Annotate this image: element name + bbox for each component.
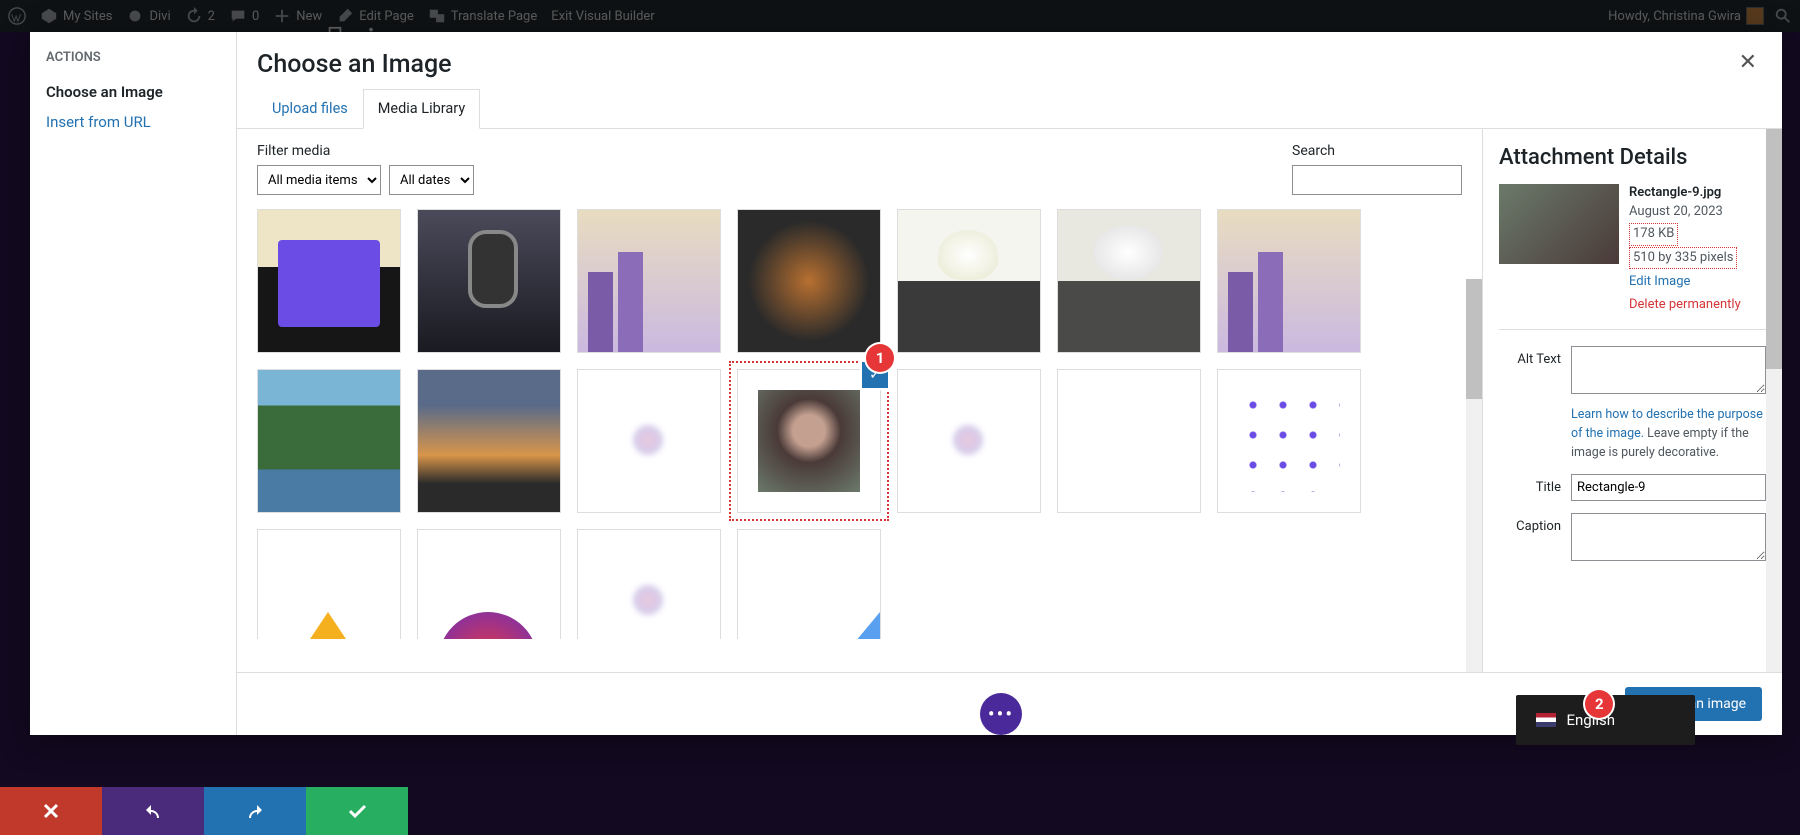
modal-title: Choose an Image — [237, 32, 1782, 89]
filter-media-label: Filter media — [257, 143, 474, 159]
attachment-details-title: Attachment Details — [1499, 145, 1766, 170]
undo-button[interactable] — [102, 787, 204, 835]
sidebar-item-choose-image[interactable]: Choose an Image — [46, 77, 220, 107]
attachment-filename: Rectangle-9.jpg — [1629, 184, 1741, 203]
media-item[interactable] — [257, 529, 401, 639]
details-scrollbar[interactable] — [1766, 129, 1782, 672]
modal-sidebar: Actions Choose an Image Insert from URL — [30, 32, 237, 735]
media-tabs: Upload files Media Library — [237, 89, 1782, 129]
media-library-area: Filter media All media items All dates S… — [237, 129, 1482, 672]
filter-type-select[interactable]: All media items — [257, 165, 381, 195]
media-modal: Actions Choose an Image Insert from URL … — [30, 32, 1782, 735]
media-item[interactable] — [577, 209, 721, 353]
attachment-date: August 20, 2023 — [1629, 203, 1741, 222]
tab-media-library[interactable]: Media Library — [363, 89, 480, 129]
media-item[interactable] — [577, 369, 721, 513]
media-item-selected[interactable]: ✓ 1 — [737, 369, 881, 513]
search-input[interactable] — [1292, 165, 1462, 195]
attachment-dimensions: 510 by 335 pixels — [1629, 247, 1737, 270]
media-item[interactable] — [1217, 209, 1361, 353]
media-item[interactable] — [897, 369, 1041, 513]
attachment-size: 178 KB — [1629, 223, 1678, 246]
builder-fab[interactable]: ••• — [980, 693, 1022, 735]
attachment-details-panel: Attachment Details Rectangle-9.jpg Augus… — [1482, 129, 1782, 672]
filter-date-select[interactable]: All dates — [389, 165, 474, 195]
media-item[interactable] — [737, 529, 881, 639]
redo-button[interactable] — [204, 787, 306, 835]
media-item[interactable] — [897, 209, 1041, 353]
media-item[interactable] — [257, 209, 401, 353]
step-marker-1: 1 — [866, 344, 894, 372]
us-flag-icon — [1536, 713, 1556, 727]
save-button[interactable] — [306, 787, 408, 835]
actions-heading: Actions — [46, 50, 220, 65]
media-item[interactable] — [1057, 369, 1201, 513]
cancel-button[interactable] — [0, 787, 102, 835]
title-input[interactable] — [1571, 474, 1766, 501]
media-item[interactable] — [1057, 209, 1201, 353]
media-item[interactable] — [577, 529, 721, 639]
search-label: Search — [1292, 143, 1462, 159]
caption-input[interactable] — [1571, 513, 1766, 561]
grid-scrollbar[interactable] — [1466, 279, 1482, 672]
title-label: Title — [1499, 474, 1561, 495]
attachment-thumbnail — [1499, 184, 1619, 264]
edit-image-link[interactable]: Edit Image — [1629, 273, 1741, 292]
delete-permanently-link[interactable]: Delete permanently — [1629, 296, 1741, 315]
media-item[interactable] — [417, 529, 561, 639]
alt-text-label: Alt Text — [1499, 346, 1561, 367]
media-item[interactable] — [1217, 369, 1361, 513]
caption-label: Caption — [1499, 513, 1561, 534]
alt-text-help: Learn how to describe the purpose of the… — [1571, 406, 1766, 462]
media-item[interactable] — [417, 369, 561, 513]
media-grid[interactable]: ✓ 1 — [257, 209, 1462, 639]
media-item[interactable] — [737, 209, 881, 353]
close-button[interactable]: ✕ — [1739, 50, 1757, 75]
sidebar-item-insert-url[interactable]: Insert from URL — [46, 107, 220, 137]
builder-bottom-bar — [0, 787, 408, 835]
tab-upload-files[interactable]: Upload files — [257, 89, 363, 129]
media-item[interactable] — [257, 369, 401, 513]
alt-text-input[interactable] — [1571, 346, 1766, 394]
media-item[interactable] — [417, 209, 561, 353]
